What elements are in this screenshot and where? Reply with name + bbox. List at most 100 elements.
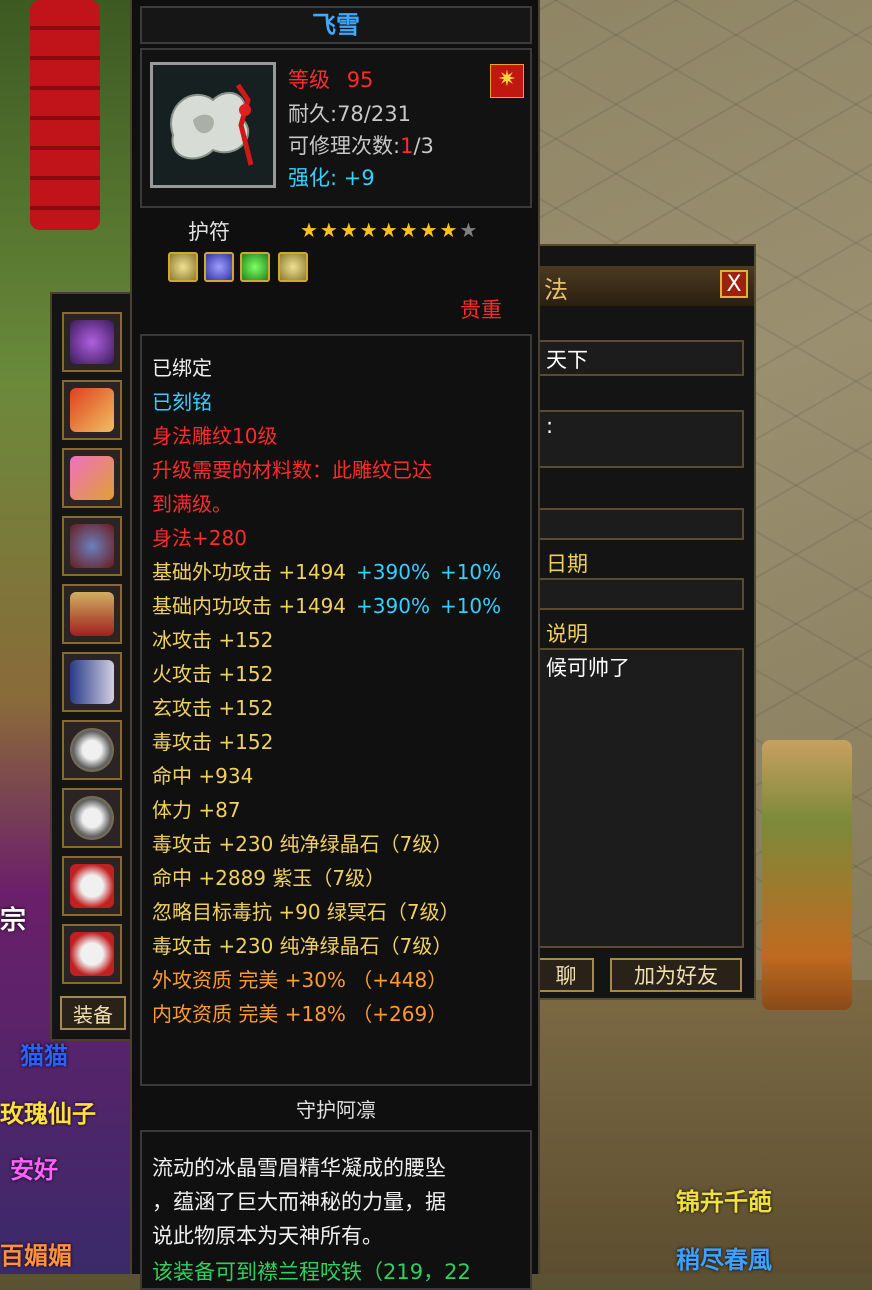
ring-icon — [70, 796, 114, 840]
attribute-text: 毒攻击 +230 纯净绿晶石（7级） — [152, 934, 453, 958]
attribute-text: 毒攻击 +152 — [152, 730, 274, 754]
equipment-slot-helmet[interactable] — [62, 584, 122, 644]
socket-gem-icon — [278, 252, 308, 282]
description-line: 该装备可到襟兰程咬铁（219，22 — [152, 1260, 471, 1284]
item-type-row: 护符 ★★★★★★★★★ 贵重 — [140, 210, 532, 322]
attribute-text: 玄攻击 +152 — [152, 696, 274, 720]
equipment-slot-amulet[interactable] — [62, 312, 122, 372]
item-tooltip: 飞雪 等级 95 耐久:78/231 可修理次数:1/3 强化: +9 ✷ 护符 — [130, 0, 540, 1290]
repair-label: 可修理次数: — [288, 134, 401, 158]
scene-lamp-pillar — [762, 740, 852, 1010]
repair-used: 1 — [400, 134, 414, 158]
scene-label: 百媚媚 — [0, 1242, 72, 1270]
level-label: 等级 — [288, 68, 330, 92]
attribute-bonus: +390% — [356, 594, 430, 618]
date-label: 日期 — [546, 552, 588, 576]
attribute-bonus: +10% — [439, 594, 502, 618]
attribute-line: 基础内功攻击 +1494 +390% +10% — [152, 590, 501, 619]
attribute-line: 身法+280 — [152, 522, 247, 551]
equipment-slot-ring[interactable] — [62, 788, 122, 848]
jade-pendant-icon — [70, 864, 114, 908]
star-icon: ★★★★★★★★ — [300, 218, 460, 242]
player-info-window: 法 X 天下 : 日期 说明 候可帅了 聊 加为好友 — [520, 244, 756, 1000]
jade-pendant-icon — [153, 65, 273, 185]
attribute-text: 命中 +2889 紫玉（7级） — [152, 866, 386, 890]
durability: 耐久:78/231 — [288, 102, 411, 126]
attribute-text: 基础外功攻击 +1494 — [152, 560, 347, 584]
attribute-line: 已绑定 — [152, 352, 212, 381]
item-icon-frame — [150, 62, 276, 188]
attribute-line: 命中 +934 — [152, 760, 253, 789]
socket-gem-icon — [240, 252, 270, 282]
item-header: 等级 95 耐久:78/231 可修理次数:1/3 强化: +9 ✷ — [140, 48, 532, 208]
field-name: 天下 — [538, 340, 744, 376]
amulet-icon — [70, 320, 114, 364]
equipment-slot-pendant[interactable] — [62, 924, 122, 984]
description-field: 候可帅了 — [538, 648, 744, 948]
bracer-icon — [70, 456, 114, 500]
equipment-slot-gloves[interactable] — [62, 516, 122, 576]
attribute-text: 毒攻击 +230 纯净绿晶石（7级） — [152, 832, 453, 856]
fire-element-icon: ✷ — [490, 64, 524, 98]
description-label: 说明 — [546, 622, 588, 646]
date-field — [538, 578, 744, 610]
attribute-text: 火攻击 +152 — [152, 662, 274, 686]
equipment-slot-ring[interactable] — [62, 720, 122, 780]
description-box: 流动的冰晶雪眉精华凝成的腰坠 ，蕴涵了巨大而神秘的力量，据 说此物原本为天神所有… — [140, 1130, 532, 1290]
description-line: ，蕴涵了巨大而神秘的力量，据 — [152, 1190, 446, 1214]
attribute-line: 命中 +2889 紫玉（7级） — [152, 862, 385, 891]
belt-icon — [70, 388, 114, 432]
attribute-text: 体力 +87 — [152, 798, 241, 822]
equipment-button[interactable]: 装备 — [60, 996, 126, 1030]
attribute-line: 外攻资质 完美 +30% （+448） — [152, 964, 447, 993]
scene-label: 猫猫 — [20, 1042, 68, 1070]
attribute-text: 外攻资质 完美 +30% （+448） — [152, 968, 448, 992]
attribute-line: 基础外功攻击 +1494 +390% +10% — [152, 556, 501, 585]
attribute-line: 毒攻击 +230 纯净绿晶石（7级） — [152, 930, 452, 959]
description-line: 流动的冰晶雪眉精华凝成的腰坠 — [152, 1156, 446, 1180]
attribute-line: 玄攻击 +152 — [152, 692, 273, 721]
attribute-line: 冰攻击 +152 — [152, 624, 273, 653]
close-button[interactable]: X — [720, 270, 748, 298]
attribute-line: 毒攻击 +230 纯净绿晶石（7级） — [152, 828, 452, 857]
equipment-slot-boots[interactable] — [62, 652, 122, 712]
attribute-line: 体力 +87 — [152, 794, 241, 823]
description-title: 守护阿凛 — [296, 1098, 376, 1122]
attribute-text: 内攻资质 完美 +18% （+269） — [152, 1002, 448, 1026]
gloves-icon — [70, 524, 114, 568]
scene-label: 稍尽春風 — [676, 1246, 772, 1274]
attribute-text: 忽略目标毒抗 +90 绿冥石（7级） — [152, 900, 460, 924]
scene-label: 玫瑰仙子 — [0, 1100, 96, 1128]
attribute-list: 已绑定 已刻铭 身法雕纹10级 升级需要的材料数：此雕纹已达 到满级。 身法+280 基础外… — [140, 334, 532, 1086]
item-name: 飞雪 — [140, 6, 532, 44]
rarity-label: 贵重 — [460, 298, 502, 322]
equipment-slot-bracer[interactable] — [62, 448, 122, 508]
ring-icon — [70, 728, 114, 772]
repair-total: /3 — [413, 134, 434, 158]
attribute-line: 到满级。 — [152, 488, 232, 517]
star-icon: ★ — [459, 218, 480, 242]
equipment-slot-belt[interactable] — [62, 380, 122, 440]
add-friend-button[interactable]: 加为好友 — [610, 958, 742, 992]
attribute-text: 已绑定 — [152, 356, 212, 380]
attribute-text: 冰攻击 +152 — [152, 628, 274, 652]
attribute-bonus: +390% — [356, 560, 430, 584]
attribute-text: 基础内功攻击 +1494 — [152, 594, 347, 618]
enhance-label: 强化: — [288, 166, 338, 190]
attribute-line: 身法雕纹10级 — [152, 420, 277, 449]
equipment-panel: 装备 — [50, 292, 136, 1041]
chat-button[interactable]: 聊 — [538, 958, 594, 992]
description-line: 说此物原本为天神所有。 — [152, 1224, 383, 1248]
attribute-line: 忽略目标毒抗 +90 绿冥石（7级） — [152, 896, 460, 925]
window-title: 法 — [544, 276, 568, 304]
field-guild: : — [538, 410, 744, 468]
boots-icon — [70, 660, 114, 704]
attribute-text: 身法雕纹10级 — [152, 424, 278, 448]
equipment-slot-pendant[interactable] — [62, 856, 122, 916]
level-value: 95 — [346, 68, 374, 92]
attribute-text: 命中 +934 — [152, 764, 254, 788]
attribute-line: 毒攻击 +152 — [152, 726, 273, 755]
attribute-text: 已刻铭 — [152, 390, 212, 414]
socket-gem-icon — [168, 252, 198, 282]
attribute-text: 身法+280 — [152, 526, 247, 550]
